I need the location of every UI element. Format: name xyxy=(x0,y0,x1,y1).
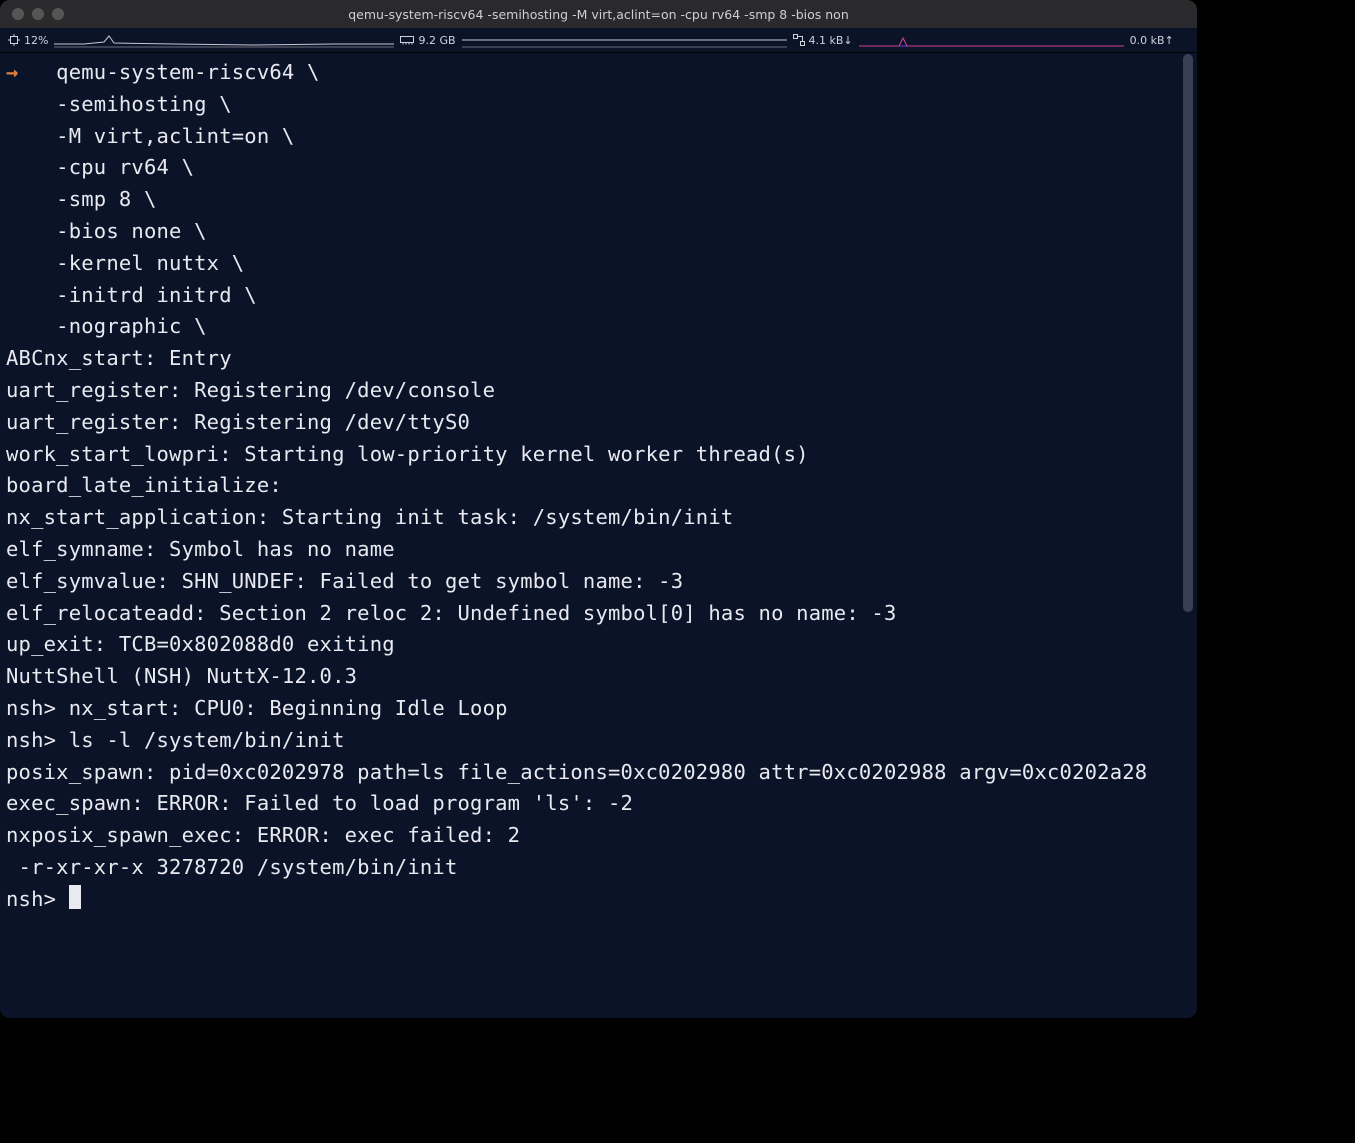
net-segment: 4.1 kB↓ xyxy=(793,34,853,47)
ram-sparkline xyxy=(462,32,787,48)
terminal-line: exec_spawn: ERROR: Failed to load progra… xyxy=(6,788,1191,820)
terminal-line: -r-xr-xr-x 3278720 /system/bin/init xyxy=(6,852,1191,884)
net-up-value: 0.0 kB↑ xyxy=(1130,34,1174,47)
close-icon[interactable] xyxy=(12,8,24,20)
terminal-line: → qemu-system-riscv64 \ xyxy=(6,57,1191,89)
cpu-segment: 12% xyxy=(8,34,48,47)
terminal-line: -bios none \ xyxy=(6,216,1191,248)
scrollbar-thumb[interactable] xyxy=(1183,54,1193,612)
terminal-line: -cpu rv64 \ xyxy=(6,152,1191,184)
ram-icon xyxy=(400,35,414,45)
terminal-content[interactable]: → qemu-system-riscv64 \ -semihosting \ -… xyxy=(0,53,1197,1018)
terminal-line: nx_start_application: Starting init task… xyxy=(6,502,1191,534)
network-icon xyxy=(793,34,805,46)
terminal-line: elf_relocateadd: Section 2 reloc 2: Unde… xyxy=(6,598,1191,630)
net-sparkline xyxy=(859,32,1124,48)
terminal-line: nsh> ls -l /system/bin/init xyxy=(6,725,1191,757)
minimize-icon[interactable] xyxy=(32,8,44,20)
terminal-window: qemu-system-riscv64 -semihosting -M virt… xyxy=(0,0,1197,1018)
net-up-segment: 0.0 kB↑ xyxy=(1130,34,1174,47)
terminal-line: -kernel nuttx \ xyxy=(6,248,1191,280)
terminal-line: board_late_initialize: xyxy=(6,470,1191,502)
terminal-line: uart_register: Registering /dev/ttyS0 xyxy=(6,407,1191,439)
terminal-line: -semihosting \ xyxy=(6,89,1191,121)
stats-bar: 12% 9.2 GB 4.1 kB↓ 0.0 kB↑ xyxy=(0,28,1197,53)
terminal-line: -nographic \ xyxy=(6,311,1191,343)
window-title: qemu-system-riscv64 -semihosting -M virt… xyxy=(0,7,1197,22)
titlebar[interactable]: qemu-system-riscv64 -semihosting -M virt… xyxy=(0,0,1197,28)
terminal-line: uart_register: Registering /dev/console xyxy=(6,375,1191,407)
window-controls xyxy=(0,8,64,20)
cursor-icon xyxy=(69,885,81,909)
terminal-line: elf_symvalue: SHN_UNDEF: Failed to get s… xyxy=(6,566,1191,598)
terminal-line: -smp 8 \ xyxy=(6,184,1191,216)
terminal-line: nsh> nx_start: CPU0: Beginning Idle Loop xyxy=(6,693,1191,725)
net-down-value: 4.1 kB↓ xyxy=(809,34,853,47)
zoom-icon[interactable] xyxy=(52,8,64,20)
terminal-prompt-line[interactable]: nsh> xyxy=(6,884,1191,916)
cpu-value: 12% xyxy=(24,34,48,47)
terminal-line: NuttShell (NSH) NuttX-12.0.3 xyxy=(6,661,1191,693)
terminal-line: -initrd initrd \ xyxy=(6,280,1191,312)
cpu-icon xyxy=(8,34,20,46)
terminal-line: work_start_lowpri: Starting low-priority… xyxy=(6,439,1191,471)
prompt-arrow-icon: → xyxy=(6,60,19,84)
ram-value: 9.2 GB xyxy=(418,34,455,47)
terminal-line: posix_spawn: pid=0xc0202978 path=ls file… xyxy=(6,757,1191,789)
terminal-line: nxposix_spawn_exec: ERROR: exec failed: … xyxy=(6,820,1191,852)
terminal-line: -M virt,aclint=on \ xyxy=(6,121,1191,153)
scrollbar[interactable] xyxy=(1181,54,1195,1016)
terminal-line: elf_symname: Symbol has no name xyxy=(6,534,1191,566)
terminal-line: up_exit: TCB=0x802088d0 exiting xyxy=(6,629,1191,661)
ram-segment: 9.2 GB xyxy=(400,34,455,47)
terminal-line: ABCnx_start: Entry xyxy=(6,343,1191,375)
cpu-sparkline xyxy=(54,32,394,48)
